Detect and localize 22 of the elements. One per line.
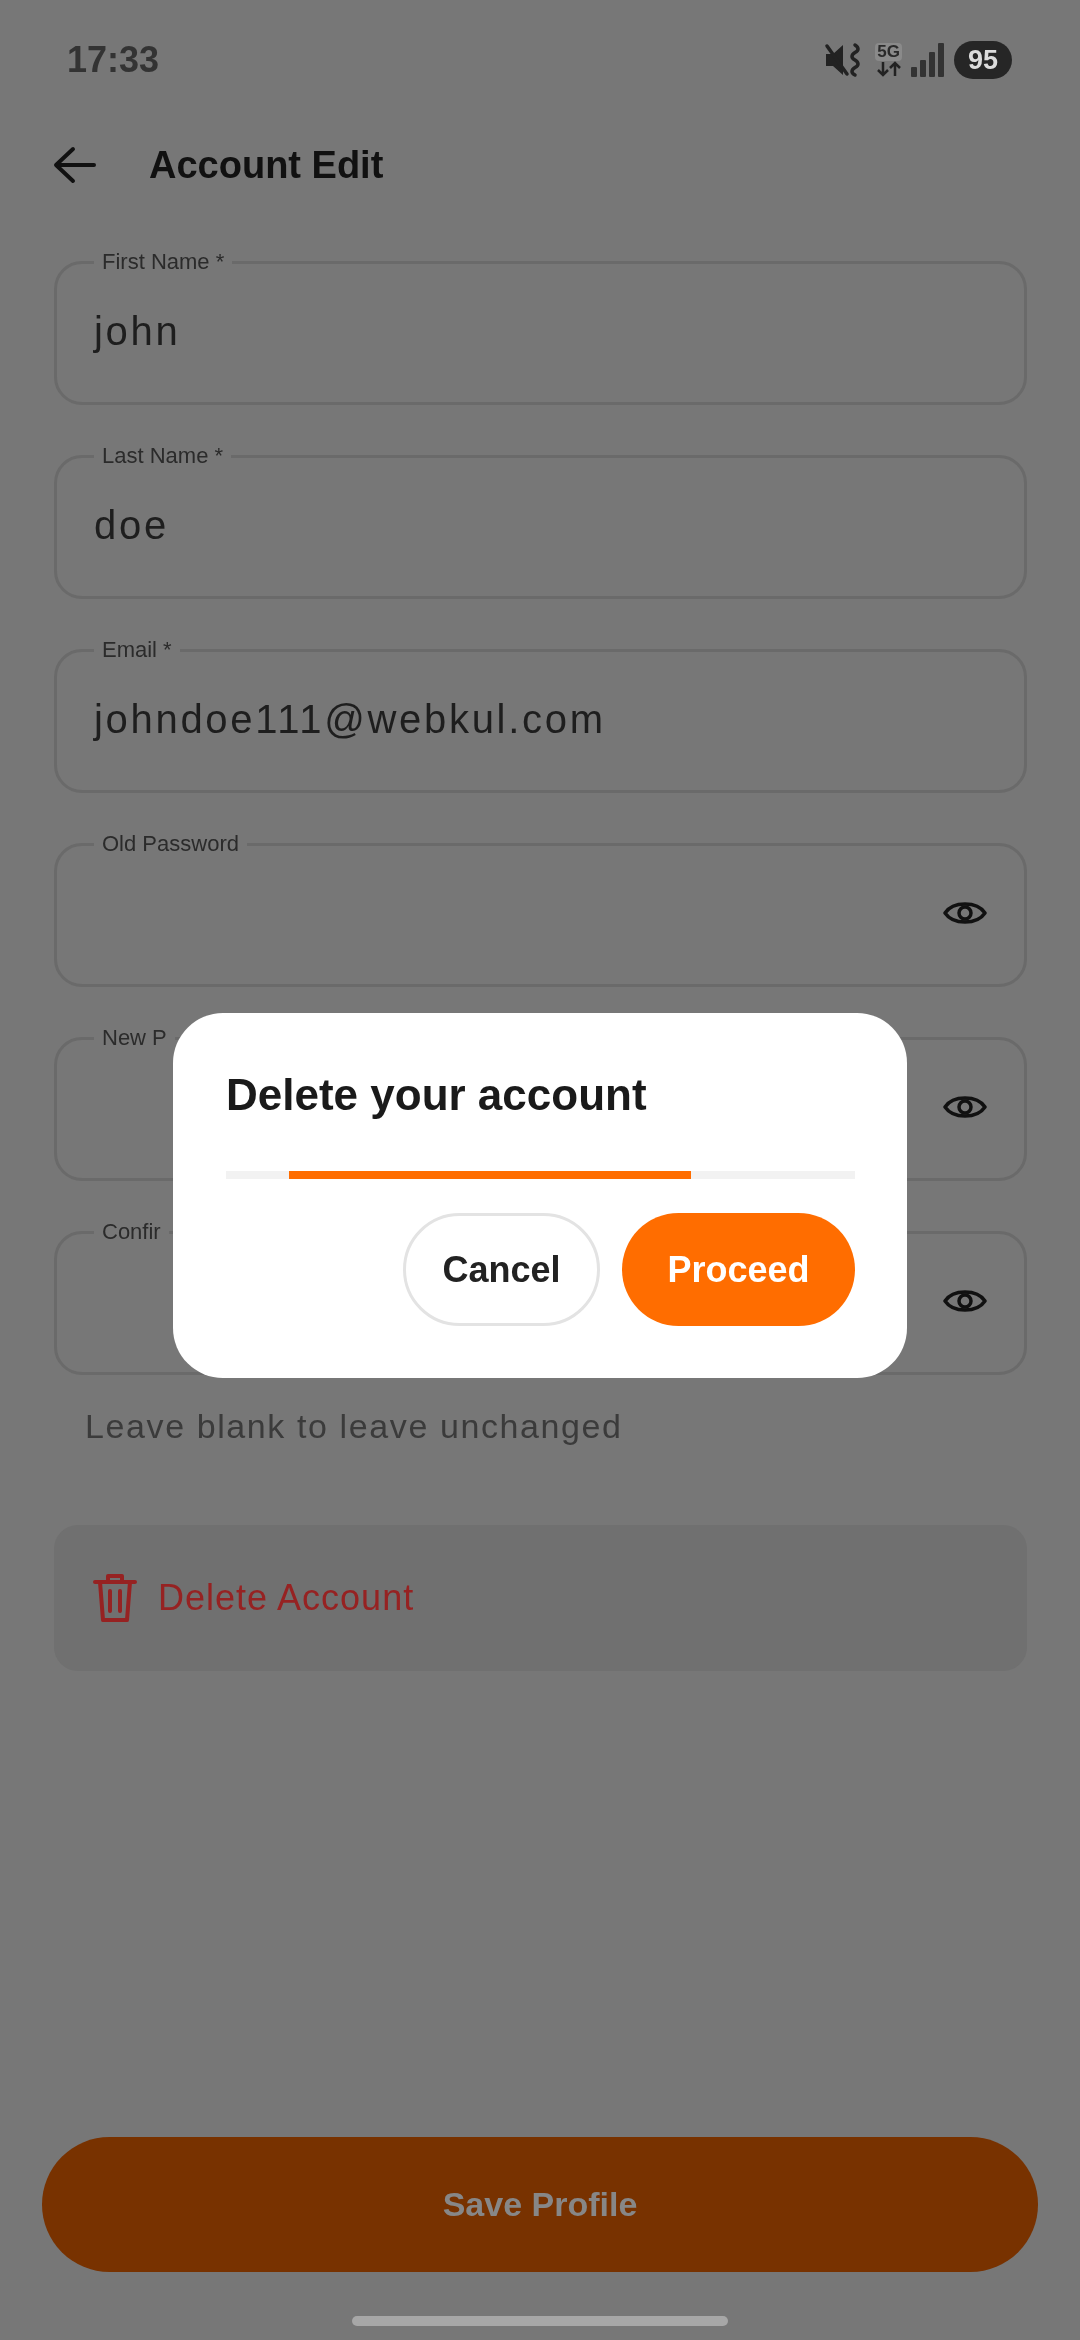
dialog-title: Delete your account xyxy=(226,1069,648,1121)
status-time: 17:33 xyxy=(67,38,160,82)
helper-text: Leave blank to leave unchanged xyxy=(85,1406,623,1446)
data-arrows-icon xyxy=(875,61,902,77)
network-type-label: 5G xyxy=(875,43,902,61)
field-label: Old Password xyxy=(101,831,240,857)
cancel-button[interactable]: Cancel xyxy=(403,1213,600,1326)
trash-icon xyxy=(92,1572,138,1624)
back-arrow-icon[interactable] xyxy=(52,145,96,185)
page-title: Account Edit xyxy=(149,143,384,188)
save-profile-button[interactable]: Save Profile xyxy=(42,2137,1038,2272)
field-label: Last Name * xyxy=(101,443,225,469)
field-value: doe xyxy=(94,502,169,549)
field-label: Email * xyxy=(101,637,173,663)
signal-icon xyxy=(910,43,945,77)
field-label: First Name * xyxy=(101,249,226,275)
field-label: New P xyxy=(101,1025,168,1051)
proceed-button[interactable]: Proceed xyxy=(622,1213,855,1326)
field-value: johndoe111@webkul.com xyxy=(94,696,606,743)
field-value: john xyxy=(94,308,181,355)
battery-indicator: 95 xyxy=(953,41,1012,79)
field-label: Confir xyxy=(101,1219,162,1245)
